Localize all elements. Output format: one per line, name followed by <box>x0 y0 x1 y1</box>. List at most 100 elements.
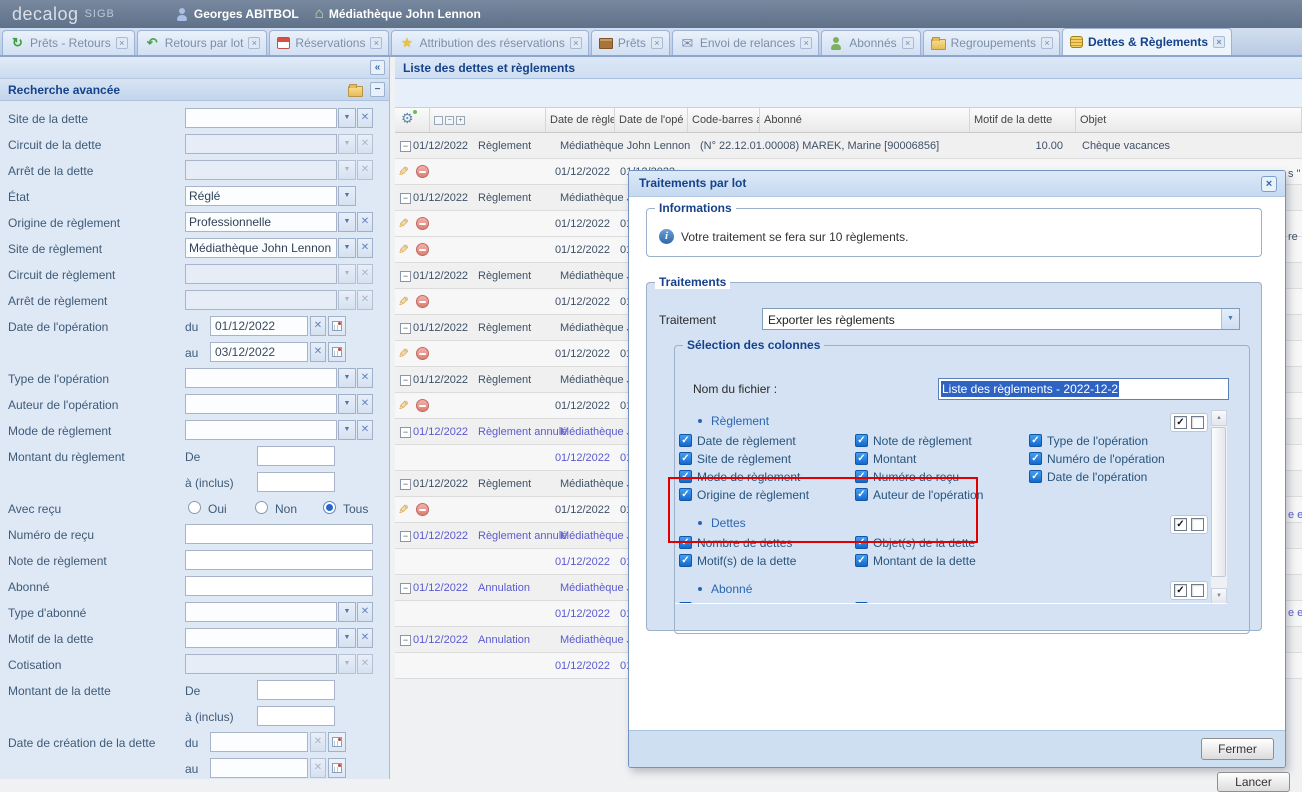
checkbox-checked[interactable]: ✓ <box>1029 470 1042 483</box>
clear-icon[interactable]: ✕ <box>357 134 373 154</box>
settings-gear-icon[interactable]: ⚙ <box>401 110 414 126</box>
chevron-down-icon[interactable]: ▼ <box>338 108 356 128</box>
scroll-thumb[interactable] <box>1211 427 1226 577</box>
tab-close-icon[interactable]: × <box>1213 36 1225 48</box>
combo-value-circuit-de-r-glement[interactable] <box>185 264 337 284</box>
edit-icon[interactable]: ✎ <box>398 216 409 232</box>
chevron-down-icon[interactable]: ▼ <box>338 186 356 206</box>
clear-icon[interactable]: ✕ <box>357 628 373 648</box>
clear-icon[interactable]: ✕ <box>310 342 326 362</box>
date-input[interactable] <box>210 758 308 778</box>
chevron-down-icon[interactable]: ▼ <box>338 628 356 648</box>
tab-abonn-s[interactable]: Abonnés× <box>821 30 920 55</box>
tab-regroupements[interactable]: Regroupements× <box>923 30 1060 55</box>
scroll-up-icon[interactable]: ▲ <box>1211 410 1227 426</box>
column-header-objet[interactable]: Objet <box>1076 108 1302 132</box>
clear-icon[interactable]: ✕ <box>357 420 373 440</box>
collapse-row-icon[interactable]: − <box>400 531 411 542</box>
checkbox-checked[interactable]: ✓ <box>855 602 868 604</box>
collapse-section-button[interactable]: − <box>370 82 385 97</box>
clear-icon[interactable]: ✕ <box>310 316 326 336</box>
select-all-checkbox[interactable]: ✓ <box>1174 416 1187 429</box>
combo-value-origine-de-r-glement[interactable]: Professionnelle <box>185 212 337 232</box>
checkbox-checked[interactable]: ✓ <box>1029 452 1042 465</box>
edit-icon[interactable]: ✎ <box>398 346 409 362</box>
table-row[interactable]: −01/12/2022RèglementMédiathèque John Len… <box>395 133 1302 159</box>
collapse-row-icon[interactable]: − <box>400 193 411 204</box>
column-header-date-de-l-op[interactable]: Date de l'opé <box>615 108 688 132</box>
combo-value-cotisation[interactable] <box>185 654 337 674</box>
chevron-down-icon[interactable]: ▼ <box>338 238 356 258</box>
select-none-checkbox[interactable] <box>1191 416 1204 429</box>
edit-icon[interactable]: ✎ <box>398 502 409 518</box>
column-header-code-barres-ab[interactable]: Code-barres ab <box>688 108 760 132</box>
chevron-down-icon[interactable]: ▼ <box>1221 309 1239 329</box>
tab-retours-par-lot[interactable]: ↶Retours par lot× <box>137 30 268 55</box>
checkbox-checked[interactable]: ✓ <box>679 602 692 604</box>
expand-groups-icon[interactable]: + <box>456 116 465 125</box>
combo-value-type-de-l-op-ration[interactable] <box>185 368 337 388</box>
collapse-row-icon[interactable]: − <box>400 141 411 152</box>
edit-icon[interactable]: ✎ <box>398 398 409 414</box>
column-header-gear[interactable]: ⚙ <box>395 108 430 132</box>
checkbox-checked[interactable]: ✓ <box>855 470 868 483</box>
tab-close-icon[interactable]: × <box>116 37 128 49</box>
treatment-select[interactable]: Exporter les règlements ▼ <box>762 308 1240 330</box>
tab-pr-ts-retours[interactable]: ↻Prêts - Retours× <box>2 30 135 55</box>
collapse-row-icon[interactable]: − <box>400 323 411 334</box>
dialog-header[interactable]: Traitements par lot × <box>629 171 1285 197</box>
launch-button[interactable]: Lancer <box>1217 772 1290 792</box>
combo-value-site-de-r-glement[interactable]: Médiathèque John Lennon <box>185 238 337 258</box>
clear-icon[interactable]: ✕ <box>357 654 373 674</box>
collapse-groups-icon[interactable]: − <box>445 116 454 125</box>
chevron-down-icon[interactable]: ▼ <box>338 290 356 310</box>
calendar-icon[interactable] <box>328 758 346 778</box>
edit-icon[interactable]: ✎ <box>398 242 409 258</box>
date-input[interactable] <box>210 732 308 752</box>
checkbox-checked[interactable]: ✓ <box>679 452 692 465</box>
collapse-panel-button[interactable]: « <box>370 60 385 75</box>
combo-value-arr-t-de-la-dette[interactable] <box>185 160 337 180</box>
text-input-num-ro-de-re-u[interactable] <box>185 524 373 544</box>
filename-input[interactable]: Liste des règlements - 2022-12-2 <box>938 378 1229 400</box>
delete-icon[interactable] <box>416 243 429 256</box>
amount-input[interactable] <box>257 446 335 466</box>
tab-close-icon[interactable]: × <box>1041 37 1053 49</box>
combo-value-motif-de-la-dette[interactable] <box>185 628 337 648</box>
checkbox-checked[interactable]: ✓ <box>855 452 868 465</box>
clear-icon[interactable]: ✕ <box>357 394 373 414</box>
checkbox-checked[interactable]: ✓ <box>679 488 692 501</box>
chevron-down-icon[interactable]: ▼ <box>338 368 356 388</box>
column-header-motif-de-la-dette[interactable]: Motif de la dette <box>970 108 1076 132</box>
collapse-row-icon[interactable]: − <box>400 635 411 646</box>
column-header-abonn[interactable]: Abonné <box>760 108 970 132</box>
checkbox-checked[interactable]: ✓ <box>855 434 868 447</box>
clear-icon[interactable]: ✕ <box>357 212 373 232</box>
combo-value-arr-t-de-r-glement[interactable] <box>185 290 337 310</box>
edit-icon[interactable]: ✎ <box>398 164 409 180</box>
combo-value-type-d-abonn[interactable] <box>185 602 337 622</box>
select-all-checkbox[interactable]: ✓ <box>1174 518 1187 531</box>
delete-icon[interactable] <box>416 399 429 412</box>
delete-icon[interactable] <box>416 503 429 516</box>
chevron-down-icon[interactable]: ▼ <box>338 420 356 440</box>
combo-value-tat[interactable]: Réglé <box>185 186 337 206</box>
tab-close-icon[interactable]: × <box>248 37 260 49</box>
close-icon[interactable]: × <box>1261 176 1277 192</box>
date-input[interactable]: 01/12/2022 <box>210 316 308 336</box>
column-header-date-de-r-gle[interactable]: Date de règle <box>546 108 615 132</box>
scroll-down-icon[interactable]: ▼ <box>1211 588 1227 604</box>
checkbox-checked[interactable]: ✓ <box>855 554 868 567</box>
chevron-down-icon[interactable]: ▼ <box>338 394 356 414</box>
scrollbar[interactable]: ▲ ▼ <box>1211 410 1227 604</box>
combo-value-auteur-de-l-op-ration[interactable] <box>185 394 337 414</box>
collapse-row-icon[interactable]: − <box>400 427 411 438</box>
collapse-all-icon[interactable] <box>434 116 443 125</box>
clear-icon[interactable]: ✕ <box>357 290 373 310</box>
collapse-row-icon[interactable]: − <box>400 479 411 490</box>
tab-attribution-des-r-servations[interactable]: ★Attribution des réservations× <box>391 30 588 55</box>
amount-input[interactable] <box>257 706 335 726</box>
tab-r-servations[interactable]: Réservations× <box>269 30 389 55</box>
checkbox-checked[interactable]: ✓ <box>855 536 868 549</box>
radio-tous[interactable] <box>323 501 336 514</box>
